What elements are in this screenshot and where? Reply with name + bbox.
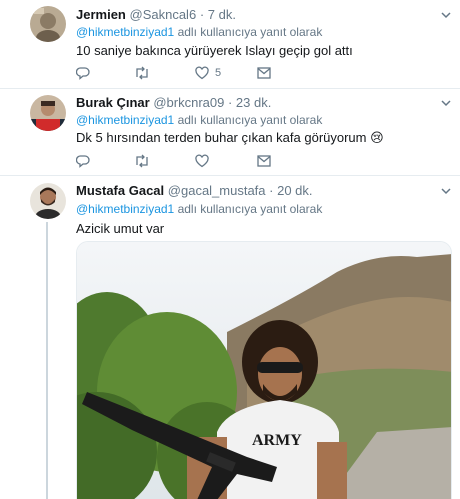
message-icon [257,155,271,167]
avatar-image [30,95,66,131]
reply-context: @hikmetbinziyad1 adlı kullanıcıya yanıt … [76,25,322,39]
reply-context: @hikmetbinziyad1 adlı kullanıcıya yanıt … [76,202,322,216]
timestamp[interactable]: · 20 dk. [269,183,312,198]
timestamp[interactable]: · 7 dk. [200,7,236,22]
direct-message-button[interactable] [257,153,271,169]
like-count: 5 [215,67,222,79]
display-name[interactable]: Burak Çınar [76,95,150,110]
like-icon [195,66,209,80]
avatar[interactable] [30,183,66,219]
tweet[interactable]: Jermien @Sakncal6 · 7 dk. @hikmetbinziya… [0,0,460,89]
reply-button[interactable] [76,65,90,81]
tweet-text: 10 saniye bakınca yürüyerek Islayı geçip… [76,43,353,58]
message-icon [257,67,271,79]
retweet-icon [136,66,148,80]
chevron-down-icon[interactable] [440,185,452,197]
avatar[interactable] [30,6,66,42]
timestamp[interactable]: · 23 dk. [228,95,271,110]
avatar-image [30,6,66,42]
reply-mention-link[interactable]: @hikmetbinziyad1 [76,202,174,216]
tweet-actions [76,153,376,169]
reply-button[interactable] [76,153,90,169]
display-name[interactable]: Mustafa Gacal [76,183,164,198]
reply-mention-link[interactable]: @hikmetbinziyad1 [76,113,174,127]
reply-context-label: adlı kullanıcıya yanıt olarak [174,25,323,39]
user-handle[interactable]: @brkcnra09 [153,95,224,110]
tweet-header: Jermien @Sakncal6 · 7 dk. [76,7,236,22]
tweet-actions: 5 [76,65,376,81]
retweet-button[interactable] [134,153,150,169]
like-button[interactable] [195,153,215,169]
tweet[interactable]: Burak Çınar @brkcnra09 · 23 dk. @hikmetb… [0,89,460,176]
retweet-button[interactable] [134,65,150,81]
user-handle[interactable]: @Sakncal6 [130,7,197,22]
reply-mention-link[interactable]: @hikmetbinziyad1 [76,25,174,39]
tweet-text: Dk 5 hırsından terden buhar çıkan kafa g… [76,130,384,145]
tweet-header: Burak Çınar @brkcnra09 · 23 dk. [76,95,271,110]
reply-icon [76,67,90,80]
avatar[interactable] [30,95,66,131]
reply-context: @hikmetbinziyad1 adlı kullanıcıya yanıt … [76,113,322,127]
retweet-icon [136,154,148,168]
thread-connector [46,222,48,499]
photo-image: ARMY [77,242,451,499]
reply-context-label: adlı kullanıcıya yanıt olarak [174,113,323,127]
chevron-down-icon[interactable] [440,97,452,109]
reply-context-label: adlı kullanıcıya yanıt olarak [174,202,323,216]
like-button[interactable]: 5 [195,65,221,81]
chevron-down-icon[interactable] [440,9,452,21]
like-icon [195,154,209,168]
user-handle[interactable]: @gacal_mustafa [168,183,266,198]
shirt-text: ARMY [252,432,302,449]
tweet-text: Azicik umut var [76,221,165,236]
reply-icon [76,155,90,168]
tweet-media-photo[interactable]: ARMY [76,241,452,499]
avatar-image [30,183,66,219]
direct-message-button[interactable] [257,65,271,81]
display-name[interactable]: Jermien [76,7,126,22]
tweet-header: Mustafa Gacal @gacal_mustafa · 20 dk. [76,183,313,198]
